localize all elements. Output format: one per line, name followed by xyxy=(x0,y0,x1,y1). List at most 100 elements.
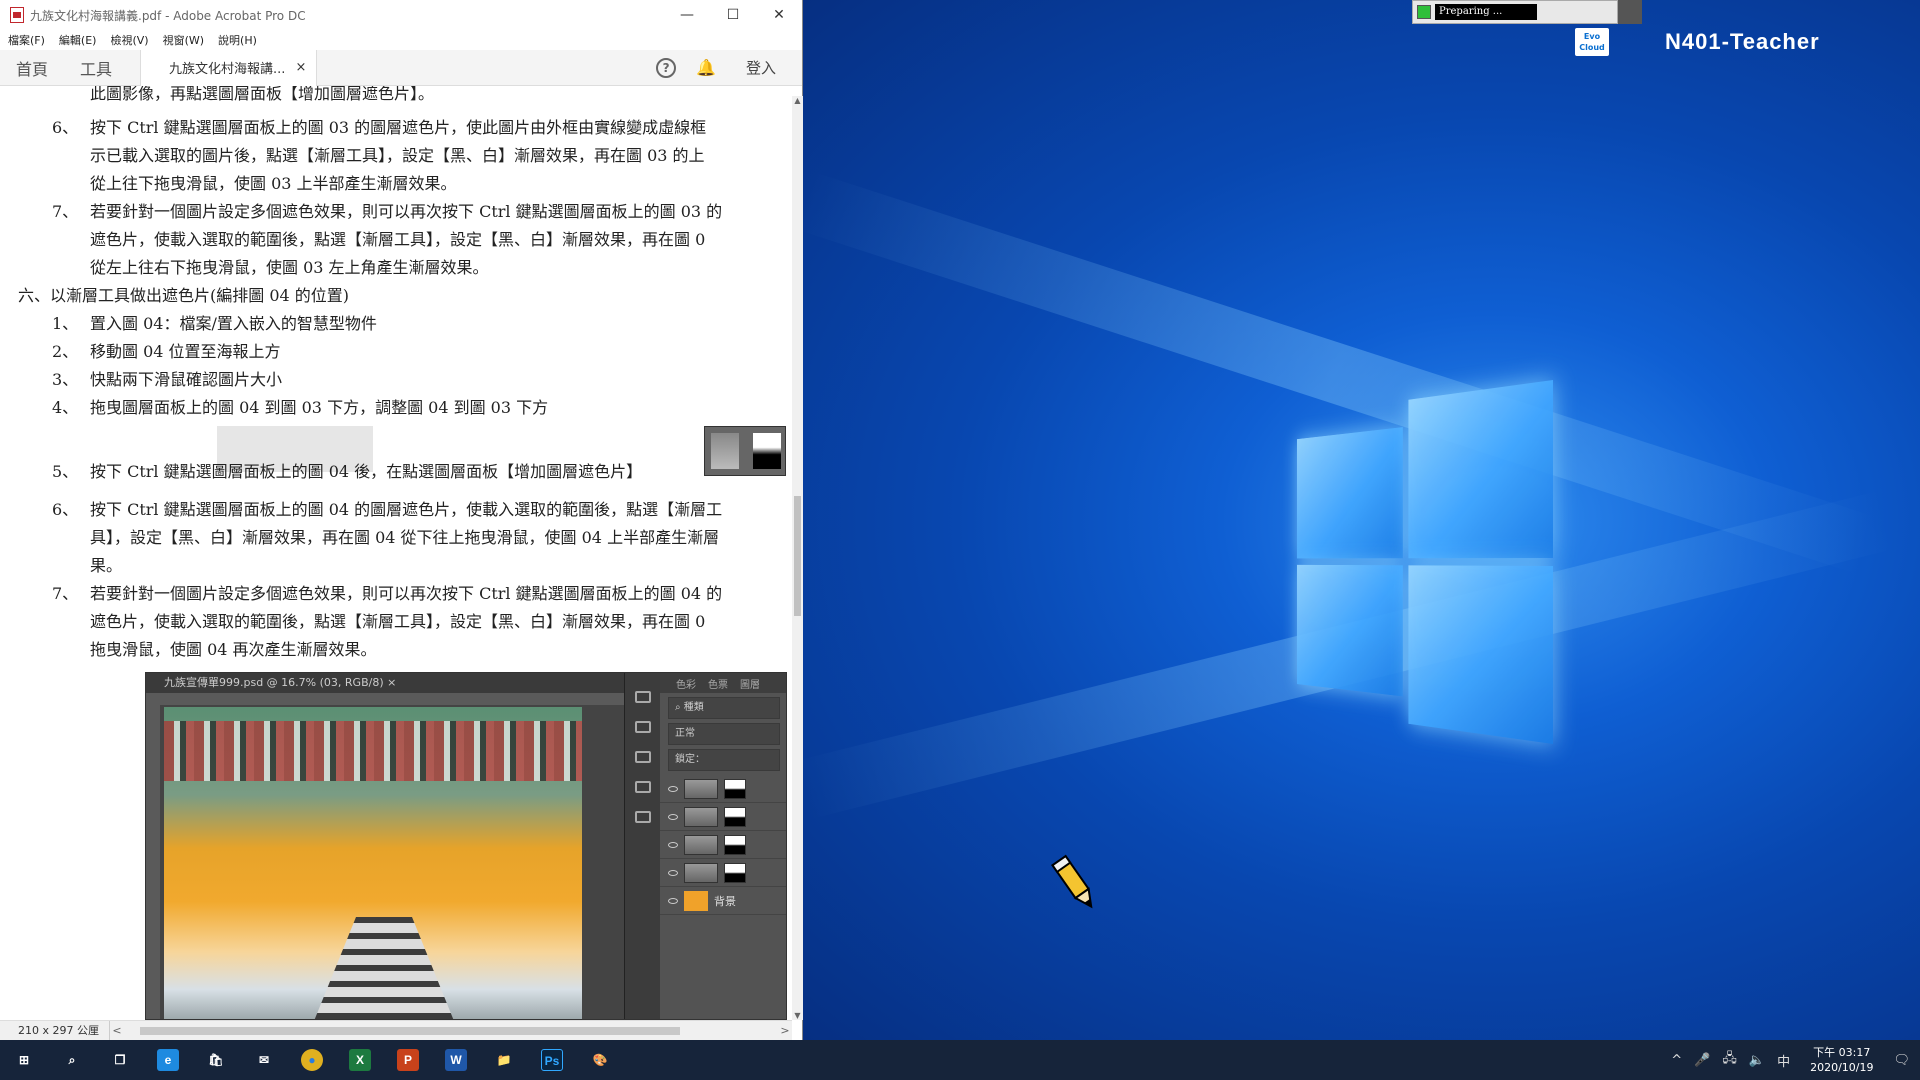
menu-edit[interactable]: 編輯(E) xyxy=(59,32,97,48)
horizontal-scroll-thumb[interactable] xyxy=(140,1026,680,1035)
paragraph-line: 按下 Ctrl 鍵點選圖層面板上的圖 03 的圖層遮色片，使此圖片由外框由實線變… xyxy=(90,118,707,137)
menu-window[interactable]: 視窗(W) xyxy=(163,32,204,48)
list-number: 7、 xyxy=(52,584,79,603)
paragraph-line: 拖曳滑鼠，使圖 04 再次產生漸層效果。 xyxy=(90,640,377,659)
scroll-up-icon[interactable]: ▲ xyxy=(792,96,803,105)
tab-bar: 首頁 工具 九族文化村海報講... × ? 🔔 登入 xyxy=(0,49,802,86)
search-icon: ⌕ xyxy=(68,1053,76,1067)
edge-icon: e xyxy=(157,1049,179,1071)
tab-document[interactable]: 九族文化村海報講... × xyxy=(140,49,318,86)
pdf-app-icon xyxy=(10,7,24,23)
preparing-handle[interactable] xyxy=(1618,0,1642,24)
ps-pagoda-image xyxy=(314,917,454,1019)
microphone-icon[interactable]: 🎤 xyxy=(1694,1053,1710,1068)
paragraph-line: 遮色片，使載入選取的範圍後，點選【漸層工具】，設定【黑、白】漸層效果，再在圖 0 xyxy=(90,230,706,249)
taskbar-app-photoshop[interactable]: Ps xyxy=(528,1040,576,1080)
ps-ruler xyxy=(146,693,624,705)
close-button[interactable]: ✕ xyxy=(756,0,802,30)
scroll-left-icon[interactable]: < xyxy=(110,1024,124,1037)
menu-view[interactable]: 檢視(V) xyxy=(110,32,148,48)
section-heading: 六、以漸層工具做出遮色片(編排圖 04 的位置) xyxy=(18,286,350,305)
help-icon[interactable]: ? xyxy=(656,57,677,78)
minimize-button[interactable]: — xyxy=(664,0,710,30)
taskbar-app-excel[interactable]: X xyxy=(336,1040,384,1080)
paragraph-line: 從左上往右下拖曳滑鼠，使圖 03 左上角產生漸層效果。 xyxy=(90,258,489,277)
taskbar-app-store[interactable]: 🛍 xyxy=(192,1040,240,1080)
paragraph-line: 若要針對一個圖片設定多個遮色效果，則可以再次按下 Ctrl 鍵點選圖層面板上的圖… xyxy=(90,584,723,603)
paragraph-line: 拖曳圖層面板上的圖 04 到圖 03 下方，調整圖 04 到圖 03 下方 xyxy=(90,398,549,417)
store-icon: 🛍 xyxy=(208,1053,224,1067)
vertical-scrollbar[interactable]: ▲ ▼ xyxy=(792,96,803,1020)
volume-icon[interactable]: 🔈 xyxy=(1749,1053,1765,1068)
taskbar-app-chrome[interactable]: ● xyxy=(288,1040,336,1080)
ps-layer-row: 背景 xyxy=(660,887,786,915)
list-number: 7、 xyxy=(52,202,79,221)
paragraph-line: 若要針對一個圖片設定多個遮色效果，則可以再次按下 Ctrl 鍵點選圖層面板上的圖… xyxy=(90,202,723,221)
ps-document-tab: 九族宣傳單999.psd @ 16.7% (03, RGB/8) × xyxy=(146,673,624,693)
paragraph-line: 遮色片，使載入選取的範圍後，點選【漸層工具】，設定【黑、白】漸層效果，再在圖 0 xyxy=(90,612,706,631)
machine-name: N401-Teacher xyxy=(1665,29,1820,54)
list-number: 3、 xyxy=(52,370,79,389)
taskbar-app-word[interactable]: W xyxy=(432,1040,480,1080)
clock[interactable]: 下午 03:17 2020/10/19 xyxy=(1810,1045,1873,1075)
start-button[interactable]: ⊞ xyxy=(0,1040,48,1080)
network-icon[interactable]: 🖧 xyxy=(1722,1049,1737,1071)
acrobat-window: 九族文化村海報講義.pdf - Adobe Acrobat Pro DC — ☐… xyxy=(0,0,803,1041)
paint-icon: 🎨 xyxy=(592,1053,608,1067)
ps-layer-row xyxy=(660,859,786,887)
machine-label: Evo Cloud N401-Teacher xyxy=(1575,28,1819,56)
preparing-label: Preparing ... xyxy=(1435,4,1537,20)
evo-cloud-logo: Evo Cloud xyxy=(1575,28,1609,56)
ps-blend-mode: 正常 xyxy=(668,723,780,745)
ps-canvas xyxy=(164,707,582,1019)
ps-layer-row xyxy=(660,831,786,859)
taskbar-app-paint[interactable]: 🎨 xyxy=(576,1040,624,1080)
paragraph-line: 果。 xyxy=(90,556,123,575)
menu-help[interactable]: 說明(H) xyxy=(218,32,257,48)
excel-icon: X xyxy=(349,1049,371,1071)
menu-bar: 檔案(F) 編輯(E) 檢視(V) 視窗(W) 說明(H) xyxy=(0,30,802,50)
ps-filter: ⌕ 種類 xyxy=(668,697,780,719)
bell-icon[interactable]: 🔔 xyxy=(696,58,716,77)
paragraph-line: 按下 Ctrl 鍵點選圖層面板上的圖 04 後，在點選圖層面板【增加圖層遮色片】 xyxy=(90,462,643,481)
pencil-cursor-icon xyxy=(1051,854,1093,909)
folder-icon: 📁 xyxy=(496,1053,512,1067)
word-icon: W xyxy=(445,1049,467,1071)
notifications-icon[interactable]: 🗨 xyxy=(1893,1053,1910,1068)
paragraph-line: 移動圖 04 位置至海報上方 xyxy=(90,342,281,361)
maximize-button[interactable]: ☐ xyxy=(710,0,756,30)
document-tab-label: 九族文化村海報講... xyxy=(169,62,286,77)
tray-chevron-icon[interactable]: ^ xyxy=(1671,1053,1682,1068)
windows-start-icon: ⊞ xyxy=(18,1053,30,1067)
tab-home[interactable]: 首頁 xyxy=(0,56,64,80)
paragraph-line: 置入圖 04：檔案/置入嵌入的智慧型物件 xyxy=(90,314,377,333)
tab-tools[interactable]: 工具 xyxy=(64,56,128,80)
login-button[interactable]: 登入 xyxy=(746,57,776,78)
paragraph-line: 示已載入選取的圖片後，點選【漸層工具】，設定【黑、白】漸層效果，再在圖 03 的… xyxy=(90,146,705,165)
taskbar-app-explorer[interactable]: 📁 xyxy=(480,1040,528,1080)
paragraph-line: 從上往下拖曳滑鼠，使圖 03 上半部產生漸層效果。 xyxy=(90,174,457,193)
list-number: 6、 xyxy=(52,118,79,137)
close-tab-icon[interactable]: × xyxy=(295,60,306,75)
list-number: 4、 xyxy=(52,398,79,417)
taskbar-app-edge[interactable]: e xyxy=(144,1040,192,1080)
horizontal-scrollbar[interactable] xyxy=(124,1025,778,1037)
ime-indicator[interactable]: 中 xyxy=(1777,1051,1790,1070)
scroll-thumb[interactable] xyxy=(794,496,801,616)
page-size-label: 210 x 297 公厘 xyxy=(0,1020,110,1041)
taskbar-app-powerpoint[interactable]: P xyxy=(384,1040,432,1080)
taskbar: ⊞ ⌕ ❐ e 🛍 ✉ ● X P W 📁 Ps 🎨 ^ 🎤 🖧 🔈 中 下午 … xyxy=(0,1040,1920,1080)
photoshop-screenshot: 九族宣傳單999.psd @ 16.7% (03, RGB/8) × 色彩 色票… xyxy=(145,672,787,1020)
mail-icon: ✉ xyxy=(258,1053,270,1067)
search-button[interactable]: ⌕ xyxy=(48,1040,96,1080)
task-view-button[interactable]: ❐ xyxy=(96,1040,144,1080)
scroll-right-icon[interactable]: > xyxy=(778,1024,792,1037)
clock-date: 2020/10/19 xyxy=(1810,1061,1874,1074)
ps-tool-column xyxy=(624,673,660,1019)
ps-layer-row xyxy=(660,775,786,803)
scroll-down-icon[interactable]: ▼ xyxy=(792,1011,803,1020)
menu-file[interactable]: 檔案(F) xyxy=(8,32,45,48)
ps-layers-panel: 色彩 色票 圖層 ⌕ 種類 正常 鎖定： 背景 xyxy=(660,673,786,1019)
taskbar-app-mail[interactable]: ✉ xyxy=(240,1040,288,1080)
partial-line: 此圖影像，再點選圖層面板【增加圖層遮色片】。 xyxy=(90,86,435,103)
